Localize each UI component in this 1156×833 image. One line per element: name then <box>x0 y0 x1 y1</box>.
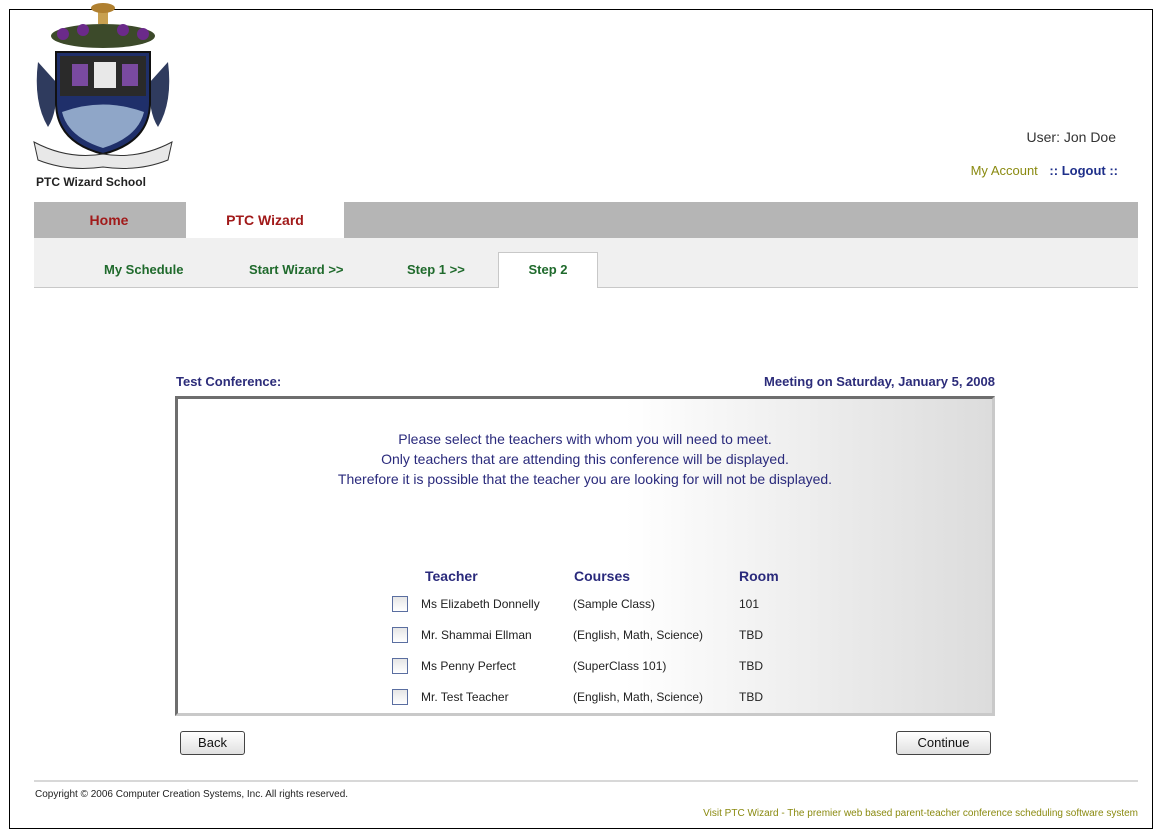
school-name: PTC Wizard School <box>36 175 146 189</box>
teacher-name: Ms Penny Perfect <box>421 659 516 673</box>
conference-title: Test Conference: <box>176 374 282 389</box>
continue-button[interactable]: Continue <box>896 731 991 755</box>
teacher-courses: (SuperClass 101) <box>573 659 667 673</box>
instruction-line: Therefore it is possible that the teache… <box>337 471 833 487</box>
teacher-checkbox[interactable] <box>392 627 408 643</box>
teacher-checkbox[interactable] <box>392 596 408 612</box>
meeting-date: Meeting on Saturday, January 5, 2008 <box>764 374 995 389</box>
main-tab-bar: Home PTC Wizard <box>34 202 1138 240</box>
teacher-room: TBD <box>739 690 763 704</box>
teacher-room: TBD <box>739 628 763 642</box>
teacher-selection-panel: Please select the teachers with whom you… <box>175 396 995 716</box>
teacher-room: TBD <box>739 659 763 673</box>
sub-tab-bar: My Schedule Start Wizard >> Step 1 >> St… <box>34 238 1138 289</box>
instruction-line: Please select the teachers with whom you… <box>398 431 772 447</box>
instruction-line: Only teachers that are attending this co… <box>381 451 789 467</box>
logout-link[interactable]: :: Logout :: <box>1049 163 1118 178</box>
table-row: Mr. Test Teacher (English, Math, Science… <box>392 687 812 707</box>
teacher-name: Mr. Shammai Ellman <box>421 628 532 642</box>
instructions: Please select the teachers with whom you… <box>178 429 992 489</box>
back-button[interactable]: Back <box>180 731 245 755</box>
header-teacher: Teacher <box>425 568 478 584</box>
table-row: Ms Elizabeth Donnelly (Sample Class) 101 <box>392 594 812 614</box>
tab-start-wizard[interactable]: Start Wizard >> <box>249 262 344 277</box>
tab-step-1[interactable]: Step 1 >> <box>407 262 465 277</box>
teacher-courses: (English, Math, Science) <box>573 628 704 642</box>
teacher-name: Ms Elizabeth Donnelly <box>421 597 540 611</box>
teacher-checkbox[interactable] <box>392 689 408 705</box>
tab-home[interactable]: Home <box>34 202 184 238</box>
user-label: User: Jon Doe <box>1026 129 1116 145</box>
teacher-name: Mr. Test Teacher <box>421 690 509 704</box>
tab-step-2[interactable]: Step 2 <box>498 252 598 289</box>
tab-my-schedule[interactable]: My Schedule <box>104 262 183 277</box>
table-row: Mr. Shammai Ellman (English, Math, Scien… <box>392 625 812 645</box>
school-crest-logo <box>28 2 178 172</box>
header-room: Room <box>739 568 779 584</box>
header-courses: Courses <box>574 568 631 584</box>
teacher-courses: (Sample Class) <box>573 597 656 611</box>
table-row: Ms Penny Perfect (SuperClass 101) TBD <box>392 656 812 676</box>
teacher-room: 101 <box>739 597 760 611</box>
copyright-text: Copyright © 2006 Computer Creation Syste… <box>35 789 349 800</box>
teacher-courses: (English, Math, Science) <box>573 690 704 704</box>
footer-link[interactable]: Visit PTC Wizard - The premier web based… <box>703 808 1138 819</box>
tab-ptc-wizard[interactable]: PTC Wizard <box>186 202 344 240</box>
account-links: My Account :: Logout :: <box>971 163 1118 178</box>
teacher-checkbox[interactable] <box>392 658 408 674</box>
my-account-link[interactable]: My Account <box>971 163 1038 178</box>
